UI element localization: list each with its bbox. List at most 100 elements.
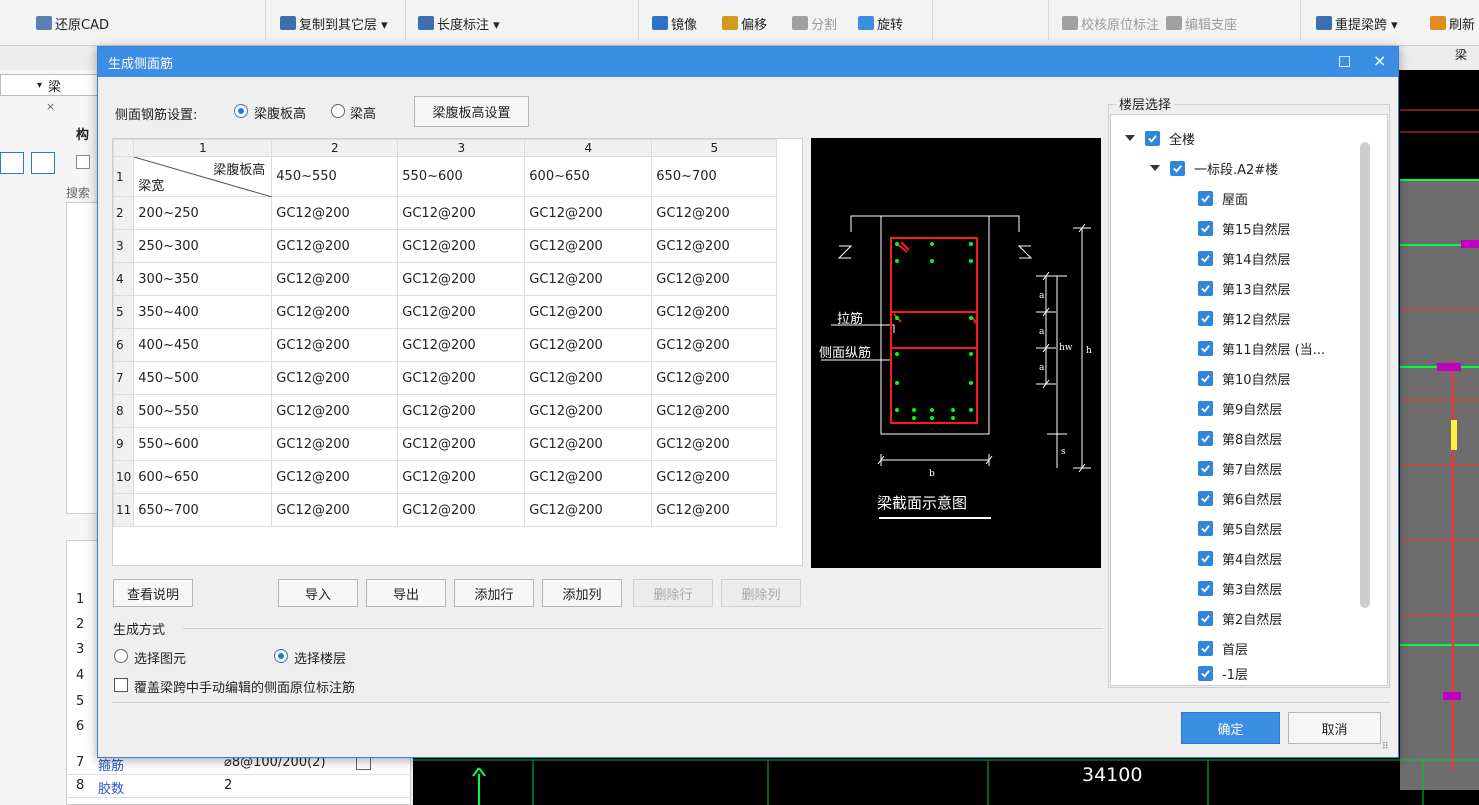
list-view-icon[interactable] [0, 152, 24, 174]
import-button[interactable]: 导入 [278, 579, 358, 607]
table-cell[interactable]: GC12@200 [524, 262, 653, 296]
delete-row-button[interactable]: 删除行 [633, 579, 713, 607]
radio-web-height-label[interactable]: 梁腹板高 [254, 103, 306, 122]
rebar-table[interactable]: 1 2 3 4 5 1 梁腹板高 梁宽 450~550 550~600 600~… [112, 139, 778, 527]
rebar-grid[interactable]: 1 2 3 4 5 1 梁腹板高 梁宽 450~550 550~600 600~… [112, 138, 803, 566]
table-cell[interactable]: GC12@200 [397, 394, 526, 428]
table-cell[interactable]: 650~700 [133, 493, 273, 527]
check-icon[interactable] [1198, 520, 1213, 536]
table-cell[interactable]: GC12@200 [397, 229, 526, 263]
check-icon[interactable] [1198, 640, 1213, 656]
radio-select-element-label[interactable]: 选择图元 [134, 648, 186, 667]
table-cell[interactable]: GC12@200 [397, 295, 526, 329]
ribbon-tool-button[interactable]: 还原CAD [36, 13, 109, 33]
check-icon[interactable] [1198, 665, 1213, 681]
table-row[interactable]: 10 600~650 GC12@200 GC12@200 GC12@200 GC… [112, 460, 778, 494]
ribbon-tool-button[interactable]: 分割 [792, 13, 837, 33]
table-cell[interactable]: 500~550 [133, 394, 273, 428]
table-cell[interactable]: 650~700 [651, 156, 778, 197]
detail-view-icon[interactable] [31, 152, 55, 174]
table-cell[interactable]: GC12@200 [651, 262, 778, 296]
tree-item-floor[interactable]: 第3自然层 [1198, 573, 1282, 603]
ribbon-subtab[interactable]: 梁 [1455, 46, 1467, 63]
tree-item-floor[interactable]: 首层 [1198, 633, 1248, 663]
table-cell[interactable]: GC12@200 [397, 196, 526, 230]
tree-item-root[interactable]: 全楼 [1125, 123, 1195, 153]
tree-item-building[interactable]: 一标段.A2#楼 [1150, 153, 1278, 183]
scrollbar[interactable] [1360, 142, 1370, 608]
check-icon[interactable] [1198, 370, 1213, 386]
tree-item-floor[interactable]: 第6自然层 [1198, 483, 1282, 513]
maximize-icon[interactable]: □ [1338, 53, 1351, 69]
tree-item-floor[interactable]: 第10自然层 [1198, 363, 1291, 393]
check-icon[interactable] [1198, 460, 1213, 476]
table-cell[interactable]: 200~250 [133, 196, 273, 230]
table-cell[interactable]: GC12@200 [651, 229, 778, 263]
table-cell[interactable]: GC12@200 [651, 427, 778, 461]
table-cell[interactable]: GC12@200 [271, 361, 399, 395]
check-icon[interactable] [1198, 310, 1213, 326]
table-cell[interactable]: GC12@200 [271, 394, 399, 428]
table-cell[interactable]: GC12@200 [651, 394, 778, 428]
table-row[interactable]: 6 400~450 GC12@200 GC12@200 GC12@200 GC1… [112, 328, 778, 362]
tree-item-floor[interactable]: 第14自然层 [1198, 243, 1291, 273]
table-cell[interactable]: GC12@200 [651, 196, 778, 230]
table-row[interactable]: 9 550~600 GC12@200 GC12@200 GC12@200 GC1… [112, 427, 778, 461]
component-type-combo[interactable]: ▾ 梁 [0, 74, 100, 96]
ribbon-tool-button[interactable]: 编辑支座 [1166, 13, 1237, 33]
delete-column-button[interactable]: 删除列 [721, 579, 801, 607]
radio-select-floor-label[interactable]: 选择楼层 [294, 648, 346, 667]
table-cell[interactable]: 350~400 [133, 295, 273, 329]
check-icon[interactable] [1198, 400, 1213, 416]
close-icon[interactable]: × [46, 100, 55, 113]
component-tree[interactable] [66, 202, 100, 514]
tree-item-floor[interactable]: 第9自然层 [1198, 393, 1282, 423]
check-icon[interactable] [1198, 430, 1213, 446]
table-cell[interactable]: 600~650 [133, 460, 273, 494]
table-cell[interactable]: GC12@200 [524, 427, 653, 461]
view-description-button[interactable]: 查看说明 [113, 579, 193, 607]
table-cell[interactable]: 600~650 [524, 156, 653, 197]
dialog-titlebar[interactable]: 生成侧面筋 □ × [98, 47, 1398, 77]
table-cell[interactable]: GC12@200 [397, 361, 526, 395]
tree-item-floor[interactable]: 第15自然层 [1198, 213, 1291, 243]
expand-arrow-icon[interactable] [1150, 165, 1160, 171]
check-icon[interactable] [1198, 610, 1213, 626]
table-cell[interactable]: 250~300 [133, 229, 273, 263]
close-icon[interactable]: × [1373, 51, 1386, 70]
table-cell[interactable]: GC12@200 [397, 493, 526, 527]
ribbon-tool-button[interactable]: 复制到其它层 ▾ [280, 13, 388, 33]
check-icon[interactable] [1198, 550, 1213, 566]
tree-item-floor[interactable]: 第8自然层 [1198, 423, 1282, 453]
ribbon-tool-button[interactable]: 刷新 [1430, 13, 1475, 33]
ribbon-tool-button[interactable]: 旋转 [858, 13, 903, 33]
table-row[interactable]: 1 梁腹板高 梁宽 450~550 550~600 600~650 650~70… [112, 156, 778, 197]
check-icon[interactable] [1198, 220, 1213, 236]
radio-web-height[interactable] [234, 104, 248, 118]
table-cell[interactable]: GC12@200 [271, 262, 399, 296]
ribbon-tool-button[interactable]: 偏移 [722, 13, 767, 33]
table-cell[interactable]: GC12@200 [271, 493, 399, 527]
ribbon-tool-button[interactable]: 镜像 [652, 13, 697, 33]
ribbon-tool-button[interactable]: 重提梁跨 ▾ [1316, 13, 1398, 33]
table-cell[interactable]: GC12@200 [271, 196, 399, 230]
tree-item-floor[interactable]: -1层 [1198, 663, 1248, 683]
radio-beam-height-label[interactable]: 梁高 [350, 103, 376, 122]
table-row[interactable]: 8 胶数 2 [66, 775, 411, 798]
table-cell[interactable]: GC12@200 [651, 460, 778, 494]
override-checkbox-label[interactable]: 覆盖梁跨中手动编辑的侧面原位标注筋 [134, 677, 355, 696]
table-cell[interactable]: 300~350 [133, 262, 273, 296]
radio-beam-height[interactable] [331, 104, 345, 118]
table-row[interactable]: 4 300~350 GC12@200 GC12@200 GC12@200 GC1… [112, 262, 778, 296]
table-cell[interactable]: GC12@200 [271, 427, 399, 461]
check-icon[interactable] [1145, 130, 1160, 146]
add-column-button[interactable]: 添加列 [542, 579, 622, 607]
ribbon-tool-button[interactable]: 长度标注 ▾ [418, 13, 500, 33]
table-cell[interactable]: GC12@200 [524, 229, 653, 263]
radio-select-element[interactable] [114, 649, 128, 663]
resize-grip-icon[interactable]: ⠿ [1382, 742, 1389, 752]
table-cell[interactable]: GC12@200 [651, 295, 778, 329]
table-row[interactable]: 7 450~500 GC12@200 GC12@200 GC12@200 GC1… [112, 361, 778, 395]
check-icon[interactable] [1198, 340, 1213, 356]
override-checkbox[interactable] [114, 678, 128, 692]
